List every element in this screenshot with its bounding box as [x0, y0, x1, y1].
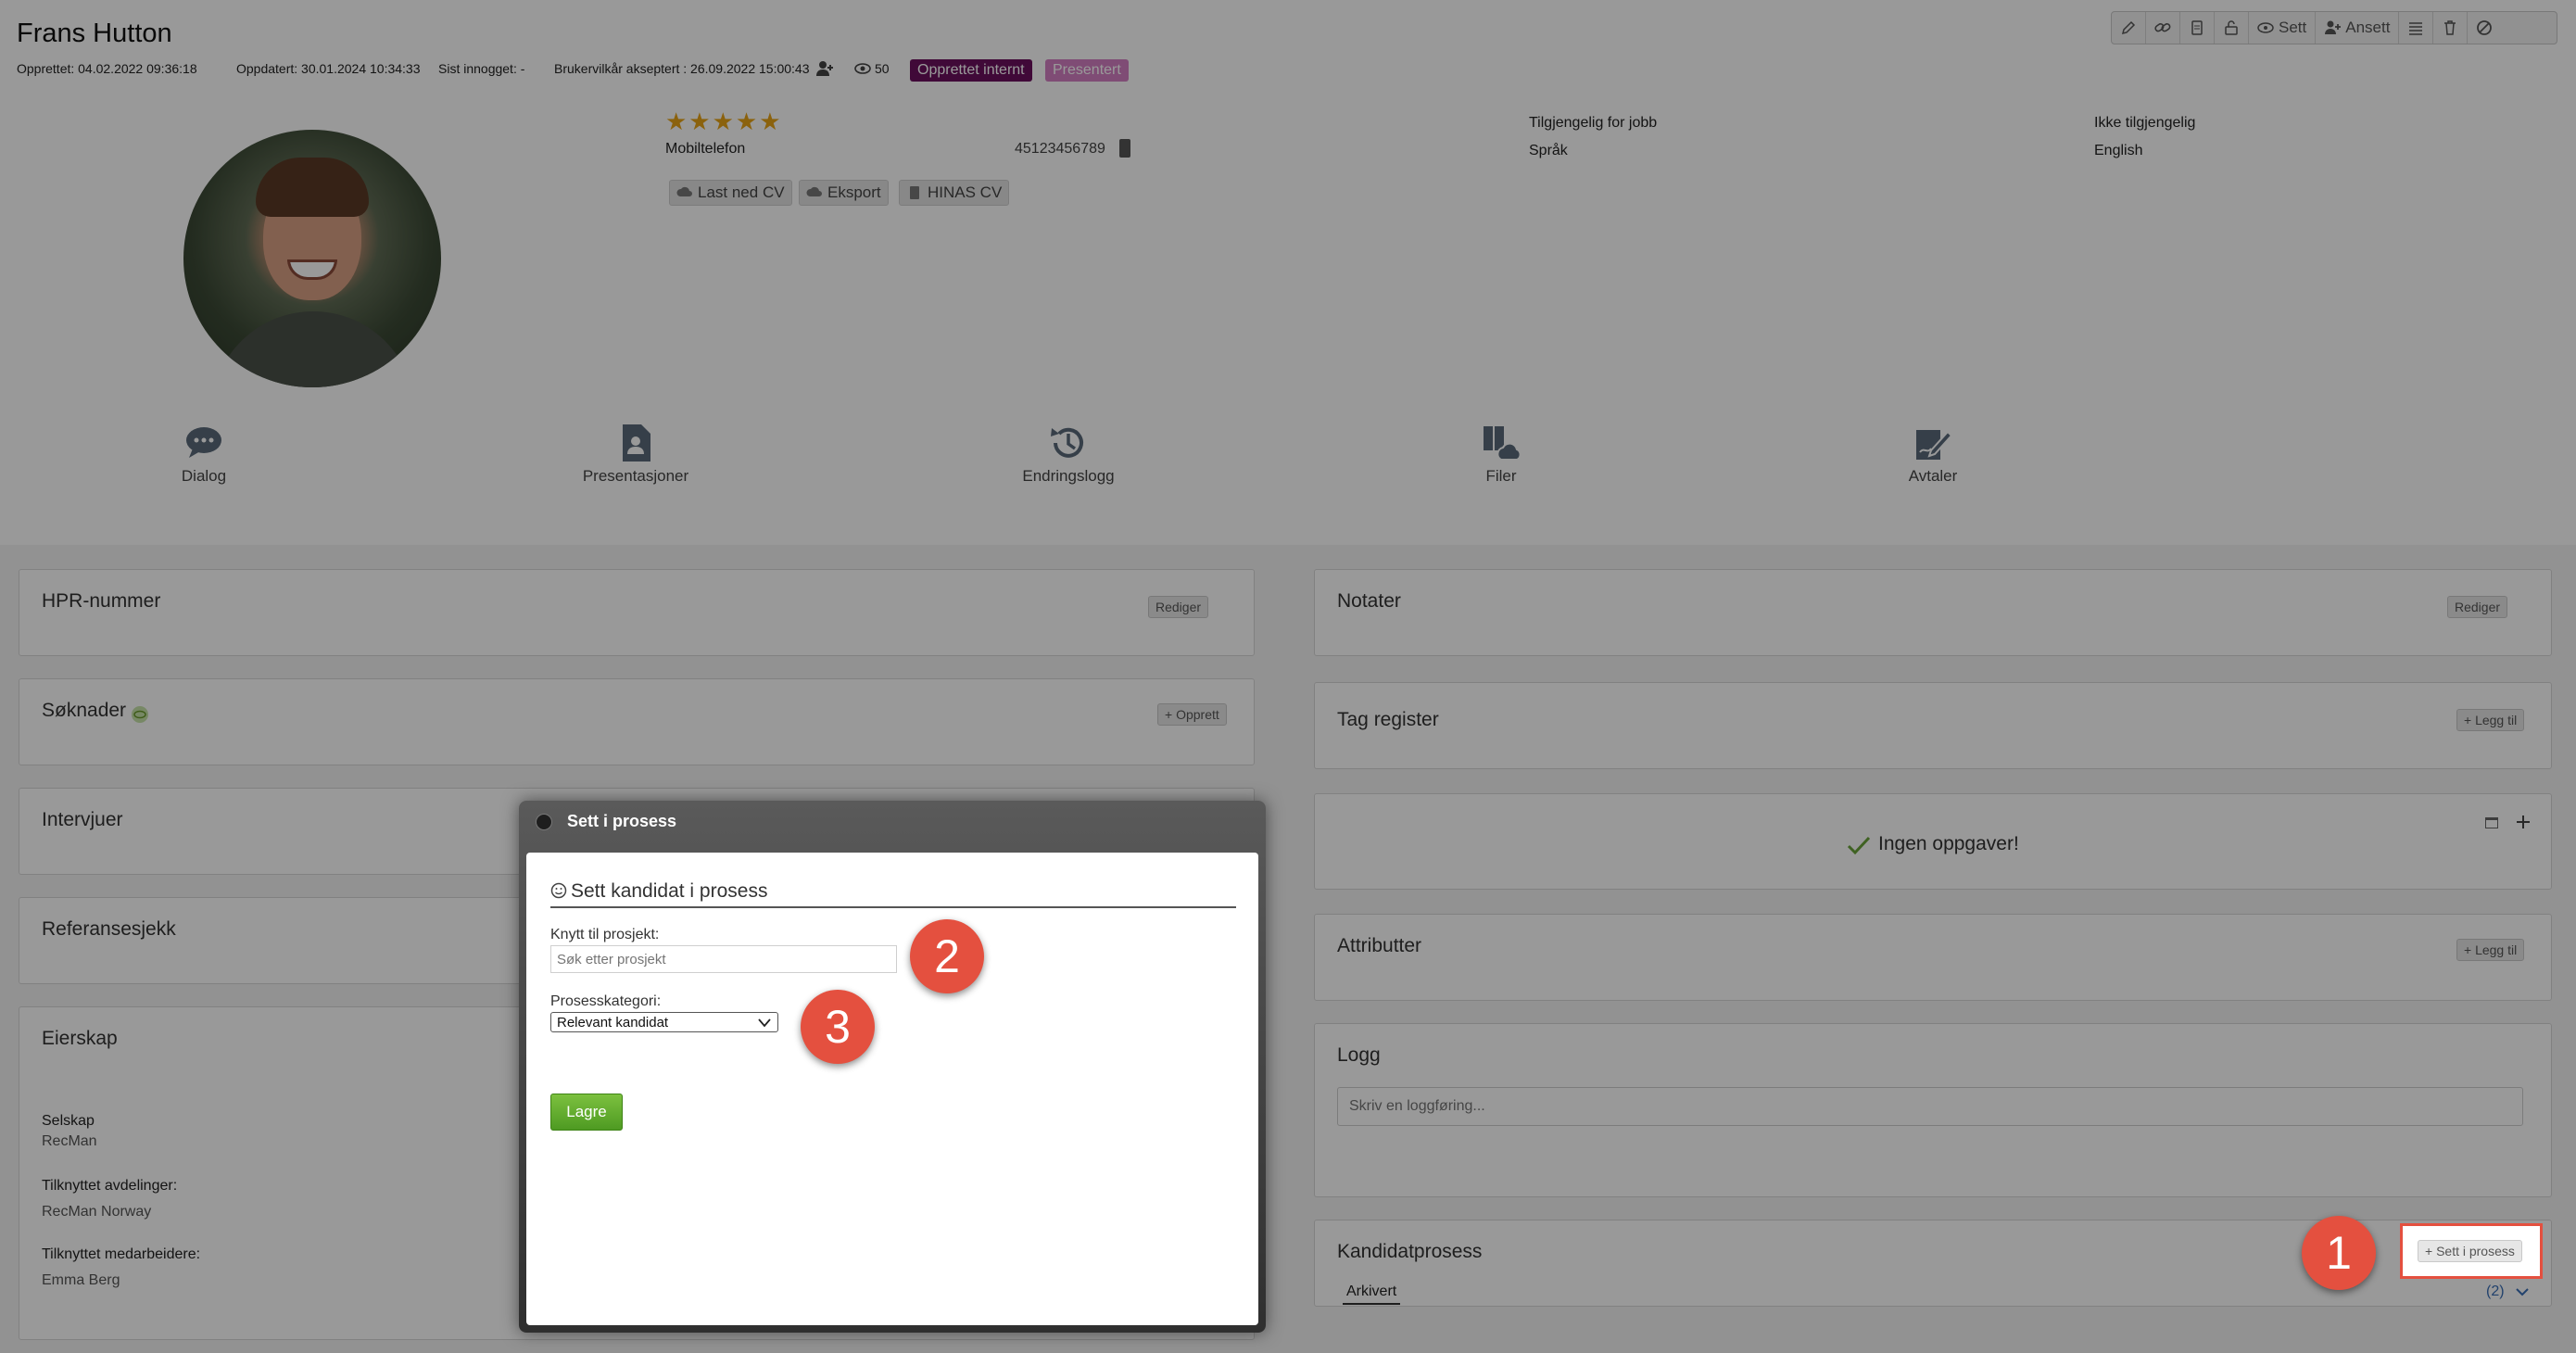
smiley-icon: [550, 882, 567, 899]
heading-divider: [550, 906, 1236, 908]
step-marker-3: 3: [801, 990, 875, 1064]
modal-overlay: [0, 0, 2576, 1353]
project-search-input[interactable]: [550, 945, 897, 973]
project-label: Knytt til prosjekt:: [550, 927, 660, 942]
category-label: Prosesskategori:: [550, 993, 662, 1009]
dialog-body: Sett kandidat i prosess Knytt til prosje…: [526, 853, 1258, 1325]
close-icon[interactable]: [536, 814, 552, 830]
highlighted-process-button[interactable]: + Sett i prosess: [2418, 1240, 2522, 1262]
chevron-down-icon: [758, 1018, 771, 1028]
dialog-title: Sett i prosess: [567, 812, 677, 830]
highlight-box: + Sett i prosess: [2400, 1223, 2543, 1279]
category-select[interactable]: Relevant kandidat: [550, 1012, 778, 1032]
save-button[interactable]: Lagre: [550, 1094, 623, 1131]
step-marker-1: 1: [2302, 1216, 2376, 1290]
category-selected-value: Relevant kandidat: [557, 1015, 669, 1031]
dialog-heading: Sett kandidat i prosess: [571, 880, 768, 902]
step-marker-2: 2: [910, 919, 984, 993]
set-in-process-dialog: Sett i prosess Sett kandidat i prosess K…: [519, 801, 1266, 1333]
